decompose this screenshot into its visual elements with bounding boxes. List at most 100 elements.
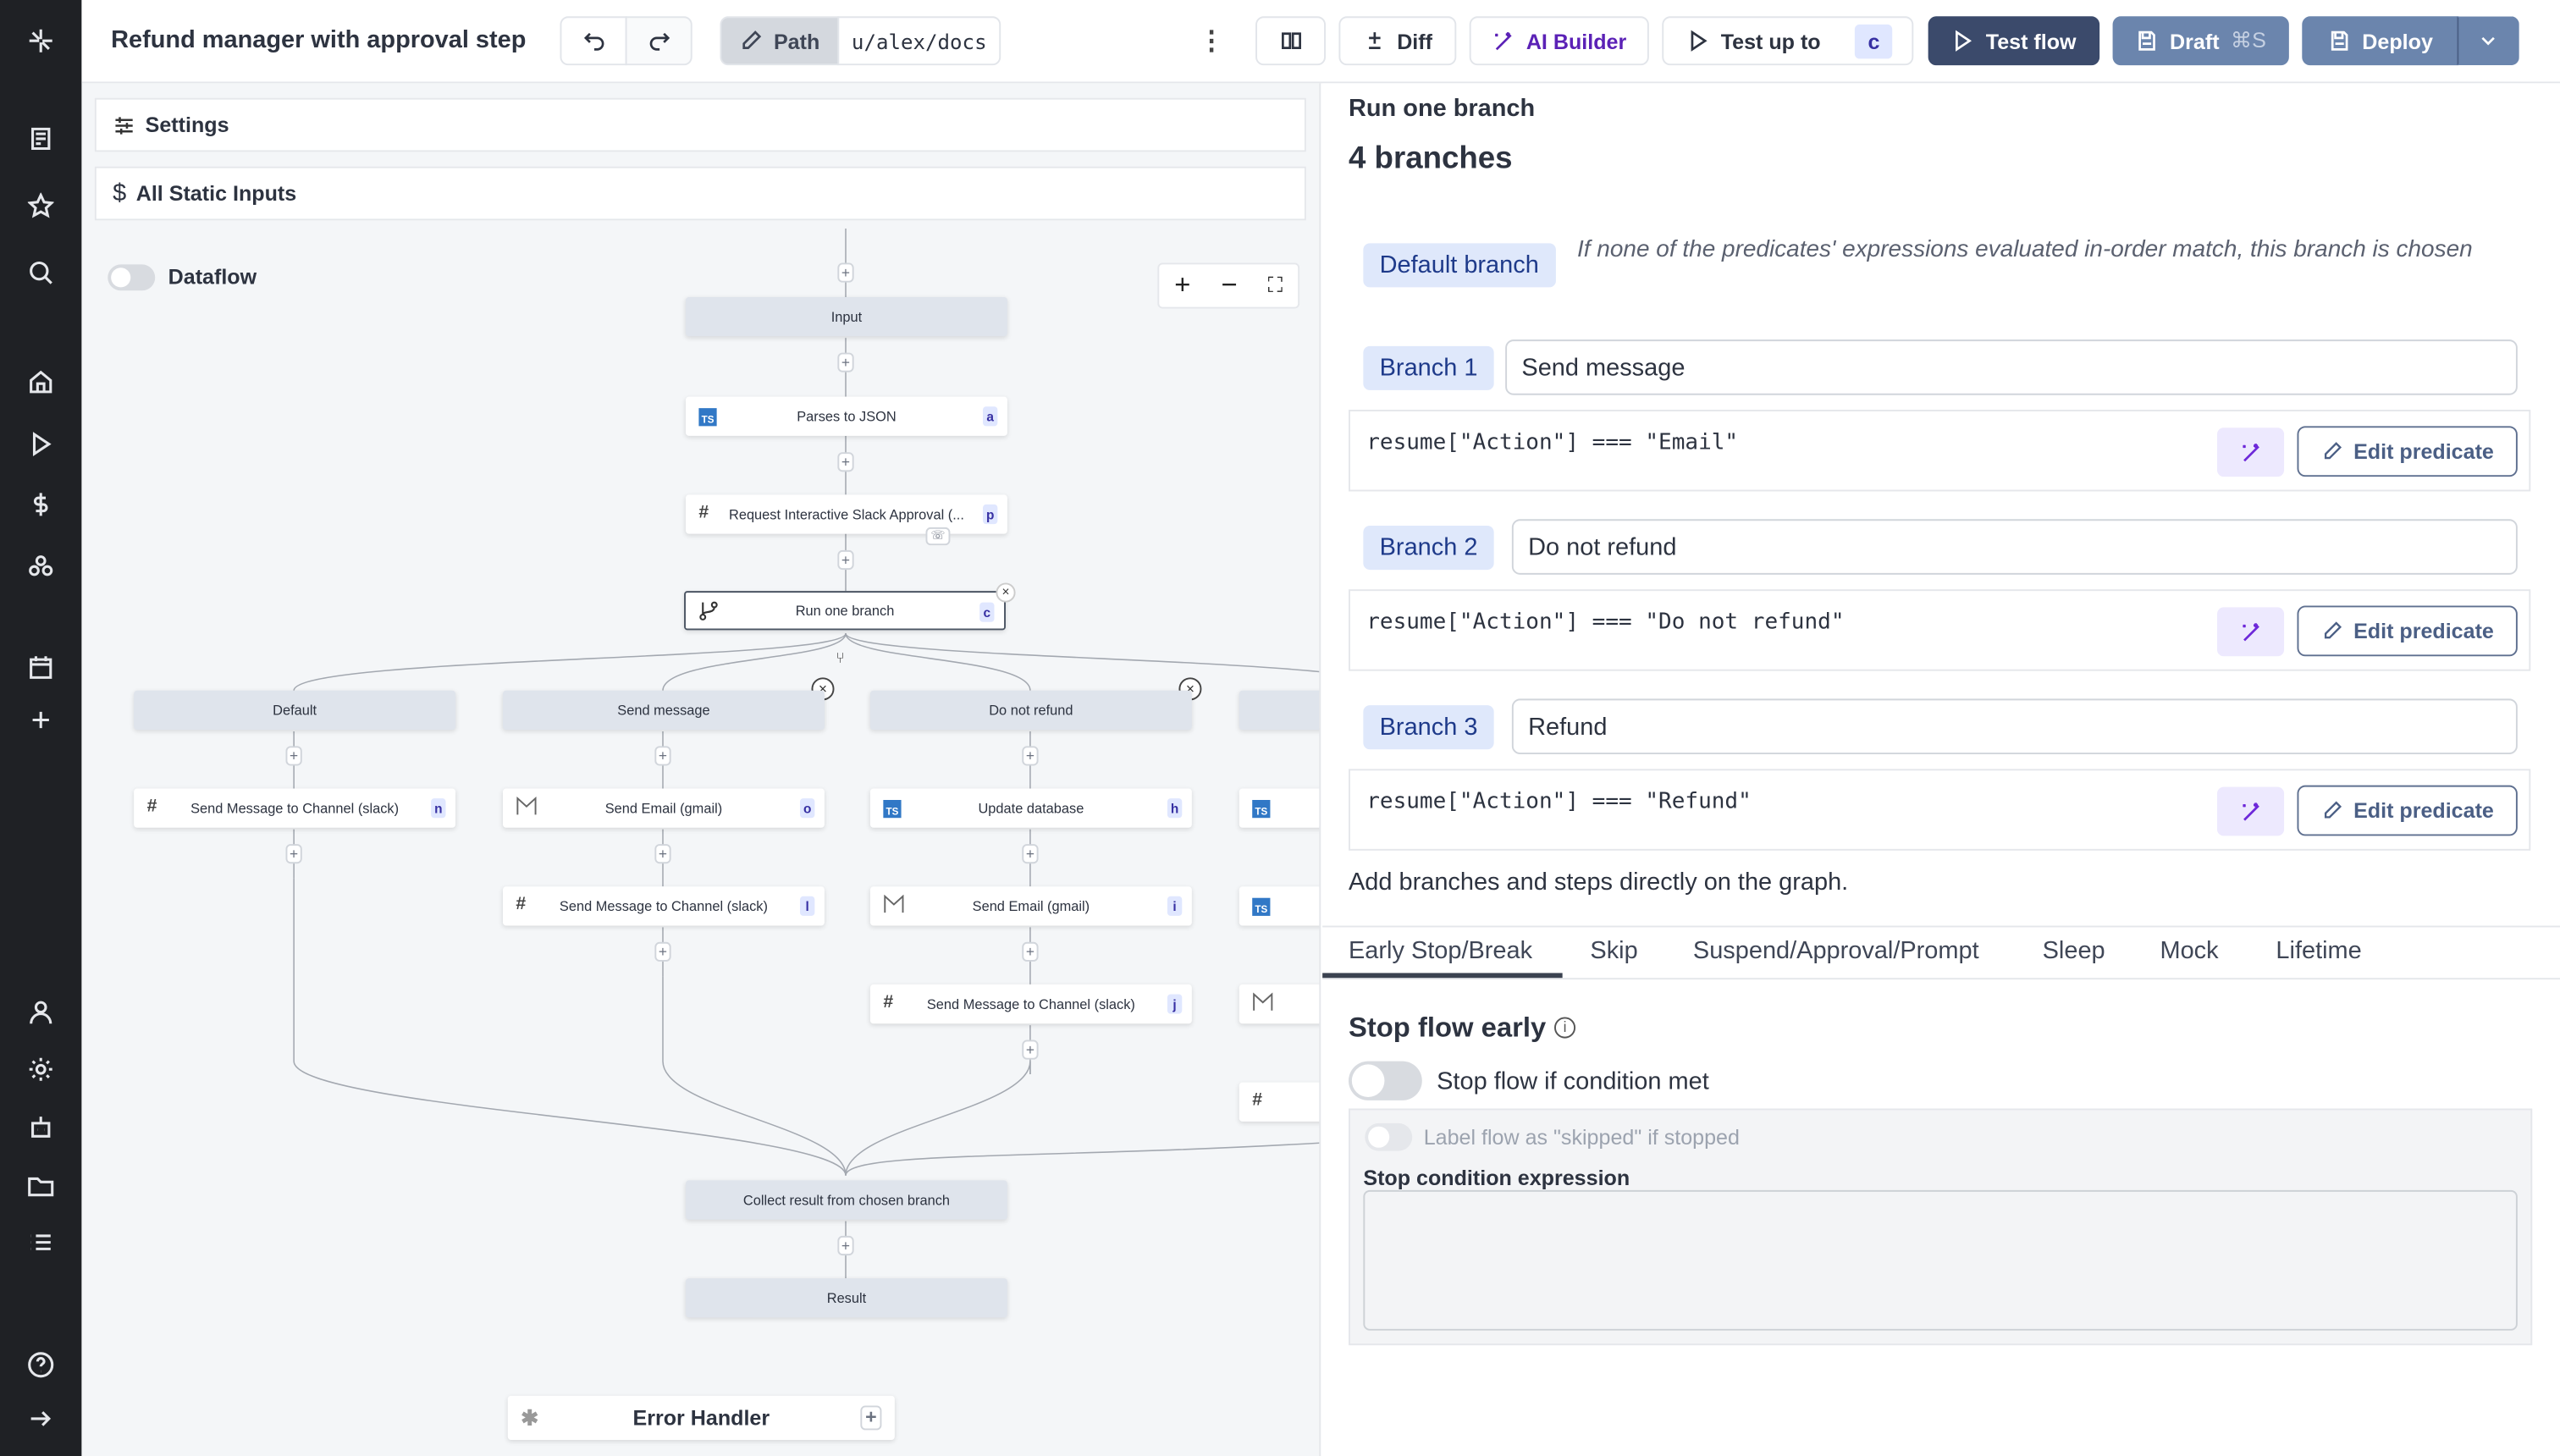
test-flow-button[interactable]: Test flow bbox=[1928, 16, 2100, 66]
flow-canvas[interactable]: Settings $ All Static Inputs Dataflow + − ⛶… bbox=[81, 83, 1321, 1456]
test-up-to-button[interactable]: Test up to c bbox=[1662, 16, 1914, 66]
settings-bar[interactable]: Settings bbox=[94, 97, 1306, 152]
add-error-handler-button[interactable]: + bbox=[860, 1405, 882, 1431]
expand-icon[interactable] bbox=[25, 1403, 58, 1436]
flow-step-node[interactable]: TS bbox=[1239, 886, 1320, 926]
home-icon[interactable] bbox=[25, 366, 58, 399]
add-step-button[interactable]: + bbox=[1022, 1040, 1039, 1060]
tab-early-stop-break[interactable]: Early Stop/Break bbox=[1349, 937, 1532, 965]
resources-icon[interactable] bbox=[25, 550, 58, 583]
add-step-button[interactable]: + bbox=[837, 1235, 854, 1256]
flow-step-node[interactable]: Send Email (gmail) o bbox=[502, 788, 825, 828]
static-inputs-bar[interactable]: $ All Static Inputs bbox=[94, 166, 1306, 221]
draft-button[interactable]: Draft ⌘S bbox=[2112, 16, 2289, 66]
run-one-branch-node[interactable]: Run one branch c bbox=[684, 591, 1006, 631]
dollar-icon[interactable] bbox=[25, 488, 58, 521]
ai-predicate-button[interactable] bbox=[2216, 786, 2285, 836]
fullscreen-icon[interactable]: ⛶ bbox=[1268, 273, 1283, 299]
tab-mock[interactable]: Mock bbox=[2160, 937, 2218, 965]
ai-builder-button[interactable]: AI Builder bbox=[1469, 16, 1649, 66]
flow-step-node[interactable]: TS Parses to JSON a bbox=[685, 396, 1007, 436]
play-icon[interactable] bbox=[25, 427, 58, 461]
docs-button[interactable] bbox=[1255, 16, 1326, 66]
list-icon[interactable] bbox=[25, 1226, 58, 1259]
tab-lifetime[interactable]: Lifetime bbox=[2276, 937, 2361, 965]
bot-icon[interactable] bbox=[25, 1110, 58, 1143]
add-step-button[interactable]: + bbox=[837, 352, 854, 372]
add-step-button[interactable]: + bbox=[837, 452, 854, 472]
edit-predicate-button[interactable]: Edit predicate bbox=[2297, 785, 2518, 836]
flow-step-node[interactable] bbox=[1239, 984, 1320, 1024]
branch-header-node[interactable] bbox=[1239, 690, 1320, 731]
flow-title[interactable]: Refund manager with approval step bbox=[111, 26, 526, 54]
skipped-toggle[interactable] bbox=[1365, 1122, 1413, 1151]
folder-icon[interactable] bbox=[25, 1169, 58, 1202]
branch-header-node[interactable]: Default bbox=[134, 690, 456, 731]
user-icon[interactable] bbox=[25, 995, 58, 1029]
add-step-button[interactable]: + bbox=[1022, 746, 1039, 766]
stop-flow-toggle[interactable] bbox=[1348, 1061, 1422, 1100]
add-step-button[interactable]: + bbox=[837, 262, 854, 283]
deploy-options-button[interactable] bbox=[2457, 16, 2519, 66]
node-label: Do not refund bbox=[989, 702, 1073, 719]
star-icon[interactable] bbox=[25, 190, 58, 223]
add-step-button[interactable]: + bbox=[1022, 844, 1039, 864]
undo-button[interactable] bbox=[560, 16, 627, 66]
edit-predicate-button[interactable]: Edit predicate bbox=[2297, 605, 2518, 657]
zoom-in-icon[interactable]: + bbox=[1174, 269, 1190, 302]
deploy-button[interactable]: Deploy bbox=[2302, 16, 2459, 66]
pencil-icon bbox=[2324, 801, 2342, 819]
dataflow-toggle[interactable] bbox=[108, 264, 156, 291]
tab-skip[interactable]: Skip bbox=[1590, 937, 1637, 965]
search-icon[interactable] bbox=[25, 256, 58, 290]
path-value[interactable]: u/alex/docs bbox=[837, 16, 1001, 66]
calendar-icon[interactable] bbox=[25, 651, 58, 684]
edit-predicate-button[interactable]: Edit predicate bbox=[2297, 426, 2518, 477]
flow-step-node[interactable]: # Request Interactive Slack Approval (...… bbox=[685, 494, 1007, 534]
diff-button[interactable]: Diff bbox=[1338, 16, 1457, 66]
redo-button[interactable] bbox=[625, 16, 692, 66]
error-handler-node[interactable]: ✱ Error Handler + bbox=[507, 1395, 895, 1440]
add-branch-icon[interactable]: ⑂ bbox=[836, 650, 844, 666]
more-menu-icon[interactable]: ⋮ bbox=[1199, 25, 1225, 58]
flow-step-node[interactable]: #Sen bbox=[1239, 1082, 1320, 1122]
stop-condition-textarea[interactable] bbox=[1363, 1189, 2518, 1331]
branch-header-node[interactable]: Do not refund bbox=[869, 690, 1192, 731]
flow-step-node[interactable]: # Send Message to Channel (slack) j bbox=[869, 984, 1192, 1024]
delete-node-icon[interactable]: × bbox=[996, 582, 1016, 603]
branch-name-input[interactable]: Refund bbox=[1511, 698, 2518, 754]
flow-step-node[interactable]: # Send Message to Channel (slack) l bbox=[502, 886, 825, 926]
branch-name-input[interactable]: Send message bbox=[1505, 339, 2518, 395]
add-step-button[interactable]: + bbox=[654, 844, 671, 864]
branch-edge bbox=[293, 632, 847, 692]
branch-header-node[interactable]: Send message bbox=[502, 690, 825, 731]
flow-step-node[interactable]: TS Update database h bbox=[869, 788, 1192, 828]
collect-result-node[interactable]: Collect result from chosen branch bbox=[685, 1180, 1007, 1220]
add-step-button[interactable]: + bbox=[285, 746, 302, 766]
gmail-icon bbox=[516, 796, 538, 819]
add-step-button[interactable]: + bbox=[654, 941, 671, 962]
add-step-button[interactable]: + bbox=[654, 746, 671, 766]
add-step-button[interactable]: + bbox=[837, 549, 854, 571]
tab-suspend-approval-prompt[interactable]: Suspend/Approval/Prompt bbox=[1693, 937, 1979, 965]
plus-icon[interactable] bbox=[25, 703, 58, 736]
result-node[interactable]: Result bbox=[685, 1278, 1007, 1318]
branch-name-input[interactable]: Do not refund bbox=[1511, 519, 2518, 575]
add-step-button[interactable]: + bbox=[1022, 941, 1039, 962]
ai-predicate-button[interactable] bbox=[2216, 427, 2285, 477]
flow-step-node[interactable]: TS bbox=[1239, 788, 1320, 828]
step-id-badge: p bbox=[982, 504, 998, 525]
flow-step-node[interactable]: # Send Message to Channel (slack) n bbox=[134, 788, 456, 828]
dashboard-icon[interactable] bbox=[25, 123, 58, 156]
help-icon[interactable] bbox=[25, 1348, 58, 1382]
gear-icon[interactable] bbox=[25, 1053, 58, 1086]
info-icon[interactable]: i bbox=[1553, 1017, 1576, 1039]
path-button[interactable]: Path bbox=[720, 16, 840, 66]
flow-step-node[interactable]: Send Email (gmail) i bbox=[869, 886, 1192, 926]
zoom-out-icon[interactable]: − bbox=[1221, 269, 1237, 302]
add-step-button[interactable]: + bbox=[285, 844, 302, 864]
phone-icon[interactable]: ☏ bbox=[925, 527, 951, 546]
input-node[interactable]: Input bbox=[685, 296, 1007, 337]
ai-predicate-button[interactable] bbox=[2216, 607, 2285, 657]
tab-sleep[interactable]: Sleep bbox=[2043, 937, 2105, 965]
